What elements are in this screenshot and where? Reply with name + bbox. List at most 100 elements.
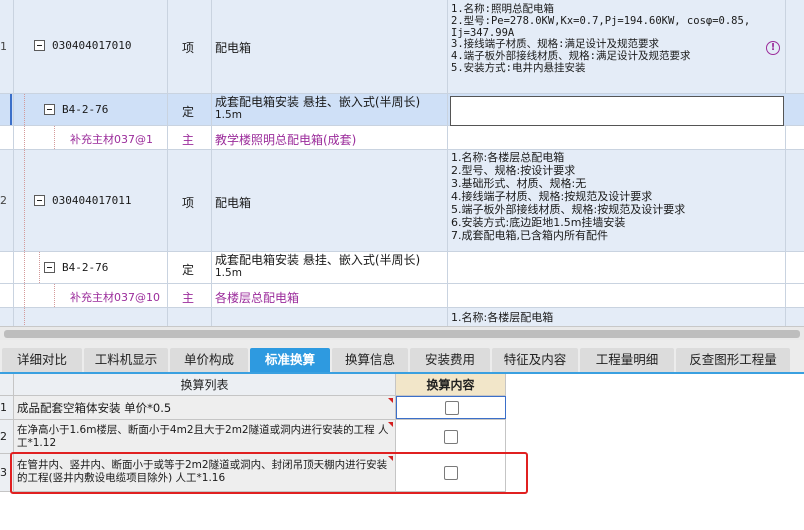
table-row[interactable]: 补充主材037@1 主 教学楼照明总配电箱(成套)	[0, 126, 804, 150]
tree-line	[24, 94, 25, 125]
name-cell[interactable]	[212, 308, 448, 326]
conversion-checkbox[interactable]	[445, 401, 459, 415]
conversion-checkbox[interactable]	[444, 430, 458, 444]
conversion-table: 换算列表 换算内容 1 成品配套空箱体安装 单价*0.5 2 在净高小于1.6m…	[0, 374, 804, 530]
table-row[interactable]: B4-2-76 定 成套配电箱安装 悬挂、嵌入式(半周长) 1.5m	[0, 252, 804, 284]
collapse-icon[interactable]	[44, 104, 55, 115]
tab-features-content[interactable]: 特征及内容	[492, 348, 578, 372]
type-cell: 定	[168, 94, 212, 125]
bill-item-grid: 1 030404017010 项 配电箱 1.名称:照明总配电箱 2.型号:Pe…	[0, 0, 804, 326]
tab-standard-conversion[interactable]: 标准换算	[250, 348, 330, 372]
table-row[interactable]: 1 成品配套空箱体安装 单价*0.5	[0, 396, 506, 420]
table-row[interactable]: 1.名称:各楼层配电箱	[0, 308, 804, 326]
feature-line: 4.接线端子材质、规格:按规范及设计要求	[451, 190, 653, 203]
extra-cell	[786, 308, 804, 326]
row-index: 3	[0, 454, 14, 491]
type-cell: 项	[168, 0, 212, 93]
code-cell[interactable]: 030404017011	[14, 150, 168, 251]
tab-reverse-graphic-quantity[interactable]: 反查图形工程量	[676, 348, 790, 372]
type-cell	[168, 308, 212, 326]
code-cell[interactable]: 补充主材037@1	[14, 126, 168, 149]
name-cell[interactable]: 教学楼照明总配电箱(成套)	[212, 126, 448, 149]
collapse-icon[interactable]	[34, 195, 45, 206]
row-index	[0, 308, 14, 326]
features-cell[interactable]	[448, 126, 786, 149]
tree-line	[24, 308, 25, 326]
feature-line: 2.型号:Pe=278.0KW,Kx=0.7,Pj=194.60KW, cosφ…	[451, 14, 751, 27]
code-cell[interactable]: 补充主材037@10	[14, 284, 168, 307]
row-index	[0, 126, 14, 149]
feature-line: 5.安装方式:电井内悬挂安装	[451, 61, 586, 74]
features-cell[interactable]: 1.名称:照明总配电箱 2.型号:Pe=278.0KW,Kx=0.7,Pj=19…	[448, 0, 786, 93]
name-cell[interactable]: 各楼层总配电箱	[212, 284, 448, 307]
material-code: 补充主材037@10	[70, 291, 160, 304]
horizontal-scrollbar[interactable]	[0, 326, 804, 340]
code-cell[interactable]: B4-2-76	[14, 94, 168, 125]
table-row[interactable]: 补充主材037@10 主 各楼层总配电箱	[0, 284, 804, 308]
features-cell[interactable]: 1.名称:各楼层总配电箱 2.型号、规格:按设计要求 3.基础形式、材质、规格:…	[448, 150, 786, 251]
extra-cell	[786, 126, 804, 149]
code-cell[interactable]: 030404017010	[14, 0, 168, 93]
tab-conversion-info[interactable]: 换算信息	[332, 348, 408, 372]
quota-code: B4-2-76	[62, 261, 109, 274]
warning-icon[interactable]: !	[766, 41, 780, 55]
code-cell[interactable]	[14, 308, 168, 326]
comment-marker-icon	[388, 456, 393, 461]
extra-cell	[786, 284, 804, 307]
tree-line	[24, 252, 25, 283]
conversion-checkbox[interactable]	[444, 466, 458, 480]
table-row[interactable]: 1 030404017010 项 配电箱 1.名称:照明总配电箱 2.型号:Pe…	[0, 0, 804, 94]
conversion-item[interactable]: 在净高小于1.6m楼层、断面小于4m2且大于2m2隧道或洞内进行安装的工程 人工…	[14, 420, 396, 453]
row-index: 2	[0, 420, 14, 453]
tree-line	[24, 150, 25, 251]
code-cell[interactable]: B4-2-76	[14, 252, 168, 283]
conversion-content-cell[interactable]	[396, 396, 506, 419]
collapse-icon[interactable]	[44, 262, 55, 273]
table-row[interactable]: 3 在管井内、竖井内、断面小于或等于2m2隧道或洞内、封闭吊顶天棚内进行安装的工…	[0, 454, 506, 492]
row-index: 1	[0, 0, 14, 93]
conversion-item[interactable]: 成品配套空箱体安装 单价*0.5	[14, 396, 396, 419]
tab-unit-price[interactable]: 单价构成	[170, 348, 248, 372]
tab-detail-compare[interactable]: 详细对比	[2, 348, 82, 372]
tab-labor-material[interactable]: 工料机显示	[84, 348, 168, 372]
feature-line: 6.安装方式:底边距地1.5m挂墙安装	[451, 216, 626, 229]
comment-marker-icon	[388, 398, 393, 403]
row-index: 1	[0, 396, 14, 419]
name-cell[interactable]: 成套配电箱安装 悬挂、嵌入式(半周长) 1.5m	[212, 94, 448, 125]
table-row[interactable]: 2 030404017011 项 配电箱 1.名称:各楼层总配电箱 2.型号、规…	[0, 150, 804, 252]
extra-cell	[786, 150, 804, 251]
tab-quantity-detail[interactable]: 工程量明细	[580, 348, 674, 372]
conversion-content-cell[interactable]	[396, 420, 506, 453]
tree-line	[54, 126, 55, 149]
features-cell[interactable]	[448, 284, 786, 307]
conversion-item[interactable]: 在管井内、竖井内、断面小于或等于2m2隧道或洞内、封闭吊顶天棚内进行安装的工程(…	[14, 454, 396, 491]
comment-marker-icon	[388, 422, 393, 427]
quota-code: B4-2-76	[62, 103, 109, 116]
name-cell[interactable]: 配电箱	[212, 0, 448, 93]
features-edit-field[interactable]	[450, 96, 784, 126]
tree-line	[39, 252, 40, 283]
tree-line	[24, 284, 25, 307]
collapse-icon[interactable]	[34, 40, 45, 51]
feature-line: 3.基础形式、材质、规格:无	[451, 177, 587, 190]
tab-install-fee[interactable]: 安装费用	[410, 348, 490, 372]
item-code: 030404017011	[52, 194, 132, 207]
tree-line	[24, 126, 25, 149]
table-row[interactable]: B4-2-76 定 成套配电箱安装 悬挂、嵌入式(半周长) 1.5m	[0, 94, 804, 126]
feature-line: 7.成套配电箱,已含箱内所有配件	[451, 229, 608, 242]
name-cell[interactable]: 成套配电箱安装 悬挂、嵌入式(半周长) 1.5m	[212, 252, 448, 283]
features-cell[interactable]: 1.名称:各楼层配电箱	[448, 308, 786, 326]
features-cell[interactable]	[448, 252, 786, 283]
feature-line: 2.型号、规格:按设计要求	[451, 164, 576, 177]
row-index	[0, 94, 14, 125]
row-index	[0, 252, 14, 283]
type-cell: 项	[168, 150, 212, 251]
material-code: 补充主材037@1	[70, 133, 153, 146]
table-row[interactable]: 2 在净高小于1.6m楼层、断面小于4m2且大于2m2隧道或洞内进行安装的工程 …	[0, 420, 506, 454]
conversion-content-cell[interactable]	[396, 454, 506, 491]
extra-cell	[786, 252, 804, 283]
scrollbar-thumb[interactable]	[4, 330, 800, 338]
name-cell[interactable]: 配电箱	[212, 150, 448, 251]
extra-cell	[786, 94, 804, 125]
row-index: 2	[0, 150, 14, 251]
